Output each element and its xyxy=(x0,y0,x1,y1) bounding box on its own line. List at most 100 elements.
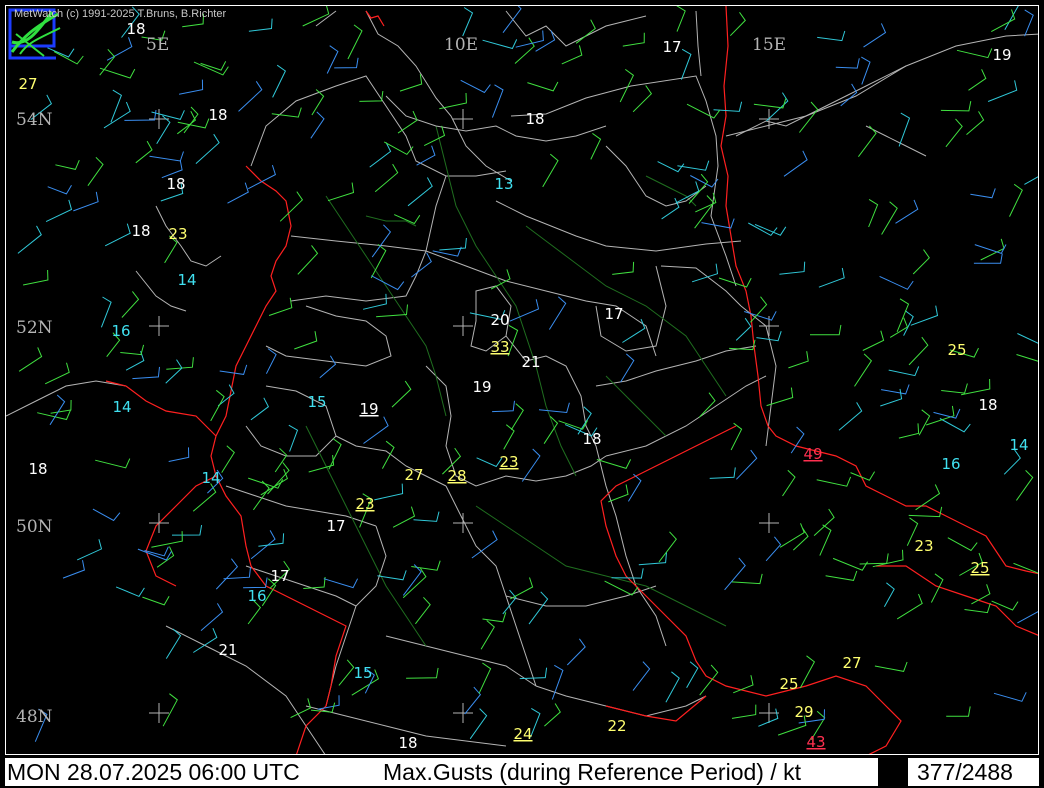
wind-barb xyxy=(411,252,432,278)
gust-report[interactable]: 15 xyxy=(353,664,372,682)
wind-barb xyxy=(509,577,534,600)
gust-report[interactable]: 23 xyxy=(168,225,187,243)
gust-report[interactable]: 25 xyxy=(947,341,966,359)
wind-barb xyxy=(369,142,392,168)
gust-report[interactable]: 13 xyxy=(494,175,513,193)
gust-report[interactable]: 49 xyxy=(803,445,822,463)
gust-report[interactable]: 19 xyxy=(992,46,1011,64)
gust-report[interactable]: 23 xyxy=(499,453,518,471)
gust-report[interactable]: 20 xyxy=(490,311,509,329)
gust-report[interactable]: 43 xyxy=(806,733,825,751)
gust-report[interactable]: 16 xyxy=(111,322,130,340)
wind-barb xyxy=(381,440,395,469)
wind-barb xyxy=(260,469,289,496)
wind-barb xyxy=(748,222,778,237)
wind-barb xyxy=(334,57,359,69)
wind-barb xyxy=(961,378,991,396)
gust-report[interactable]: 18 xyxy=(582,430,601,448)
wind-barb xyxy=(210,389,225,422)
wind-barb xyxy=(658,531,677,563)
wind-barb xyxy=(326,45,339,74)
gust-report[interactable]: 27 xyxy=(842,654,861,672)
gust-report[interactable]: 19 xyxy=(472,378,491,396)
wind-barb xyxy=(115,586,145,598)
gust-report[interactable]: 14 xyxy=(112,398,131,416)
wind-barb xyxy=(402,568,427,599)
gust-report[interactable]: 15 xyxy=(307,393,326,411)
wind-barb xyxy=(881,384,910,395)
lon-label-5e: 5E xyxy=(146,35,169,55)
wind-barb xyxy=(858,125,877,158)
wind-barb xyxy=(622,32,645,47)
lat-label-52n: 52N xyxy=(16,318,53,338)
gust-report[interactable]: 23 xyxy=(914,537,933,555)
wind-barb xyxy=(854,353,873,387)
gust-report[interactable]: 17 xyxy=(604,305,623,323)
wind-barb xyxy=(859,553,889,565)
lat-label-50n: 50N xyxy=(16,517,53,537)
wind-barb xyxy=(933,408,961,419)
wind-barb xyxy=(758,708,779,727)
gust-report[interactable]: 18 xyxy=(131,222,150,240)
wind-barb xyxy=(632,85,653,113)
gust-report[interactable]: 28 xyxy=(447,467,466,485)
wind-barb xyxy=(665,671,680,703)
gust-report[interactable]: 18 xyxy=(28,460,47,478)
wind-barb xyxy=(238,81,263,112)
wind-barb xyxy=(946,706,971,717)
wind-barb xyxy=(476,457,503,468)
gust-report[interactable]: 17 xyxy=(662,38,681,56)
wind-barb xyxy=(863,23,887,48)
wind-barb xyxy=(439,237,467,251)
wind-barb xyxy=(918,409,931,436)
wind-barb xyxy=(120,344,145,356)
wind-barb xyxy=(1017,611,1038,624)
wind-barb xyxy=(166,357,194,370)
gust-report[interactable]: 23 xyxy=(355,495,374,513)
wind-barb xyxy=(200,603,224,631)
wind-barb xyxy=(835,58,860,69)
map-canvas[interactable]: 5E 10E 15E 54N 52N 50N 48N 18 27 17 19 1… xyxy=(6,6,1039,755)
wind-barb xyxy=(799,655,816,689)
wind-barb xyxy=(765,536,782,562)
wind-barb xyxy=(171,525,203,536)
gust-report[interactable]: 14 xyxy=(1009,436,1028,454)
wind-barb xyxy=(44,362,70,385)
wind-barb xyxy=(407,177,433,207)
wind-barb xyxy=(482,39,518,50)
gust-report[interactable]: 21 xyxy=(521,353,540,371)
valid-time: MON 28.07.2025 06:00 UTC xyxy=(7,759,300,785)
synoptic-map[interactable]: 5E 10E 15E 54N 52N 50N 48N 18 27 17 19 1… xyxy=(5,5,1039,755)
gust-report[interactable]: 14 xyxy=(177,271,196,289)
gust-report[interactable]: 14 xyxy=(201,469,220,487)
gust-report[interactable]: 25 xyxy=(779,675,798,693)
gust-report[interactable]: 27 xyxy=(404,466,423,484)
wind-barb xyxy=(968,69,987,91)
gust-report[interactable]: 27 xyxy=(18,75,37,93)
gust-report[interactable]: 18 xyxy=(978,396,997,414)
gust-report[interactable]: 17 xyxy=(326,517,345,535)
gust-report[interactable]: 21 xyxy=(218,641,237,659)
gust-report[interactable]: 24 xyxy=(513,725,532,743)
gust-report[interactable]: 18 xyxy=(166,175,185,193)
gust-report[interactable]: 18 xyxy=(208,106,227,124)
gust-report[interactable]: 18 xyxy=(126,20,145,38)
gust-report[interactable]: 16 xyxy=(941,455,960,473)
gust-report[interactable]: 25 xyxy=(970,559,989,577)
wind-barb xyxy=(879,275,914,290)
gust-report[interactable]: 19 xyxy=(359,400,378,418)
wind-barb xyxy=(1015,470,1034,501)
station-counter: 377/2488 xyxy=(917,759,1013,785)
wind-barb xyxy=(362,293,387,310)
gust-report[interactable]: 16 xyxy=(247,587,266,605)
wind-barb xyxy=(402,564,422,596)
gust-report[interactable]: 18 xyxy=(398,734,417,752)
gust-report[interactable]: 17 xyxy=(270,567,289,585)
gust-report[interactable]: 33 xyxy=(490,338,509,356)
wind-barb xyxy=(528,591,549,625)
gust-report[interactable]: 22 xyxy=(607,717,626,735)
region-boundaries xyxy=(6,10,1038,754)
gust-report[interactable]: 29 xyxy=(794,703,813,721)
gust-report[interactable]: 18 xyxy=(525,110,544,128)
wind-barb xyxy=(868,198,879,228)
